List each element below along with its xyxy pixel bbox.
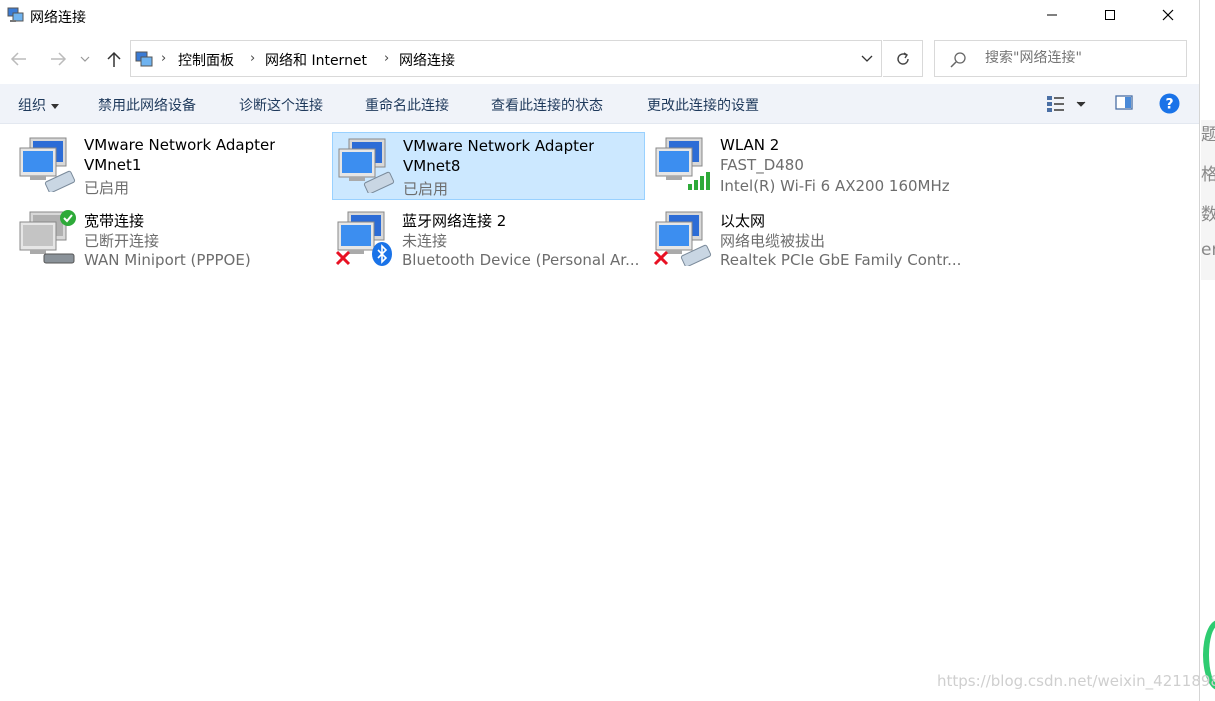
connection-item-vmnet8[interactable]: VMware Network Adapter VMnet8 已启用 [332,132,645,200]
back-button[interactable] [8,48,30,70]
background-text-fragment: 格 [1201,160,1215,200]
search-icon [950,52,966,68]
chevron-down-icon [80,56,90,62]
background-text-fragment: 数 [1201,200,1215,240]
connection-status: 未连接 [402,232,448,250]
background-text-fragment: er [1201,240,1215,280]
connection-device: Realtek PCIe GbE Family Contr... [720,251,962,269]
bluetooth-adapter-icon [335,211,392,266]
search-input[interactable] [985,50,1180,66]
arrow-right-icon [51,52,67,66]
connection-device: Bluetooth Device (Personal Ar... [402,251,640,269]
caret-down-icon [51,103,59,109]
chevron-right-icon: › [384,51,390,66]
connection-status: 已启用 [84,179,130,197]
connection-item-ethernet[interactable]: 以太网 网络电缆被拔出 Realtek PCIe GbE Family Cont… [650,206,963,274]
minimize-icon [1047,14,1057,16]
diagnose-button[interactable]: 诊断这个连接 [239,95,323,115]
preview-pane-button[interactable] [1115,94,1133,116]
organize-label: 组织 [18,98,46,114]
connection-device: VMnet1 [84,156,142,174]
recent-locations-button[interactable] [78,48,92,70]
details-view-icon [1047,96,1086,112]
title-bar: 网络连接 [0,0,1200,32]
breadcrumb-control-panel[interactable]: 控制面板 [178,50,234,70]
connection-status: 已断开连接 [84,232,160,250]
arrow-left-icon [10,52,26,66]
search-box[interactable] [934,40,1187,77]
connection-status: 网络电缆被拔出 [720,232,826,250]
connection-name: 蓝牙网络连接 2 [402,212,507,230]
svg-text:?: ? [1165,97,1173,113]
chevron-right-icon: › [250,51,256,66]
connection-item-vmnet1[interactable]: VMware Network Adapter VMnet1 已启用 [14,132,327,200]
ethernet-adapter-icon [653,211,712,266]
window-title: 网络连接 [30,10,86,26]
watermark: https://blog.csdn.net/weixin_42118980 [937,672,1215,690]
up-button[interactable] [103,48,125,70]
background-text-fragment: 题 [1201,120,1215,160]
help-button[interactable]: ? [1159,93,1180,118]
chevron-down-icon [861,55,873,62]
network-adapter-icon [338,138,395,193]
breadcrumb-network-internet[interactable]: 网络和 Internet [265,50,367,70]
connection-status: 已启用 [403,180,449,198]
background-window-edge [1199,0,1215,701]
address-row: › 控制面板 › 网络和 Internet › 网络连接 [0,38,1200,80]
connection-item-bluetooth[interactable]: 蓝牙网络连接 2 未连接 Bluetooth Device (Personal … [332,206,645,274]
broadband-adapter-icon [19,210,76,264]
change-settings-button[interactable]: 更改此连接的设置 [647,95,759,115]
organize-menu[interactable]: 组织 [18,95,59,115]
forward-button[interactable] [47,48,69,70]
arrow-up-icon [107,51,121,67]
view-status-button[interactable]: 查看此连接的状态 [491,95,603,115]
connection-name: VMware Network Adapter [403,137,595,155]
close-button[interactable] [1139,0,1197,30]
network-connections-app-icon [7,7,24,22]
control-panel-icon [135,51,153,67]
connection-device: WAN Miniport (PPPOE) [84,251,251,269]
connection-network: FAST_D480 [720,156,804,174]
address-dropdown-button[interactable] [851,41,883,76]
connection-name: WLAN 2 [720,136,780,154]
maximize-button[interactable] [1081,0,1139,30]
help-icon: ? [1159,93,1180,114]
wifi-adapter-icon [655,137,710,190]
rename-button[interactable]: 重命名此连接 [365,95,449,115]
connection-name: 以太网 [720,212,766,230]
preview-pane-icon [1115,95,1133,110]
breadcrumb-network-connections[interactable]: 网络连接 [399,50,455,70]
view-options-button[interactable] [1046,94,1090,118]
maximize-icon [1105,10,1115,20]
connection-device: Intel(R) Wi-Fi 6 AX200 160MHz [720,177,950,195]
chevron-right-icon: › [161,51,167,66]
close-icon [1162,9,1174,21]
connection-name: 宽带连接 [84,212,145,230]
connection-device: VMnet8 [403,157,461,175]
network-adapter-icon [19,137,76,192]
connection-name: VMware Network Adapter [84,136,276,154]
minimize-button[interactable] [1023,0,1081,30]
connection-item-broadband[interactable]: 宽带连接 已断开连接 WAN Miniport (PPPOE) [14,206,327,274]
refresh-icon [896,51,909,65]
connection-item-wlan2[interactable]: WLAN 2 FAST_D480 Intel(R) Wi-Fi 6 AX200 … [650,132,963,200]
disable-device-button[interactable]: 禁用此网络设备 [98,95,196,115]
refresh-button[interactable] [883,40,923,77]
address-bar[interactable]: › 控制面板 › 网络和 Internet › 网络连接 [130,40,882,77]
command-bar: 组织 禁用此网络设备 诊断这个连接 重命名此连接 查看此连接的状态 更改此连接的… [0,84,1200,124]
